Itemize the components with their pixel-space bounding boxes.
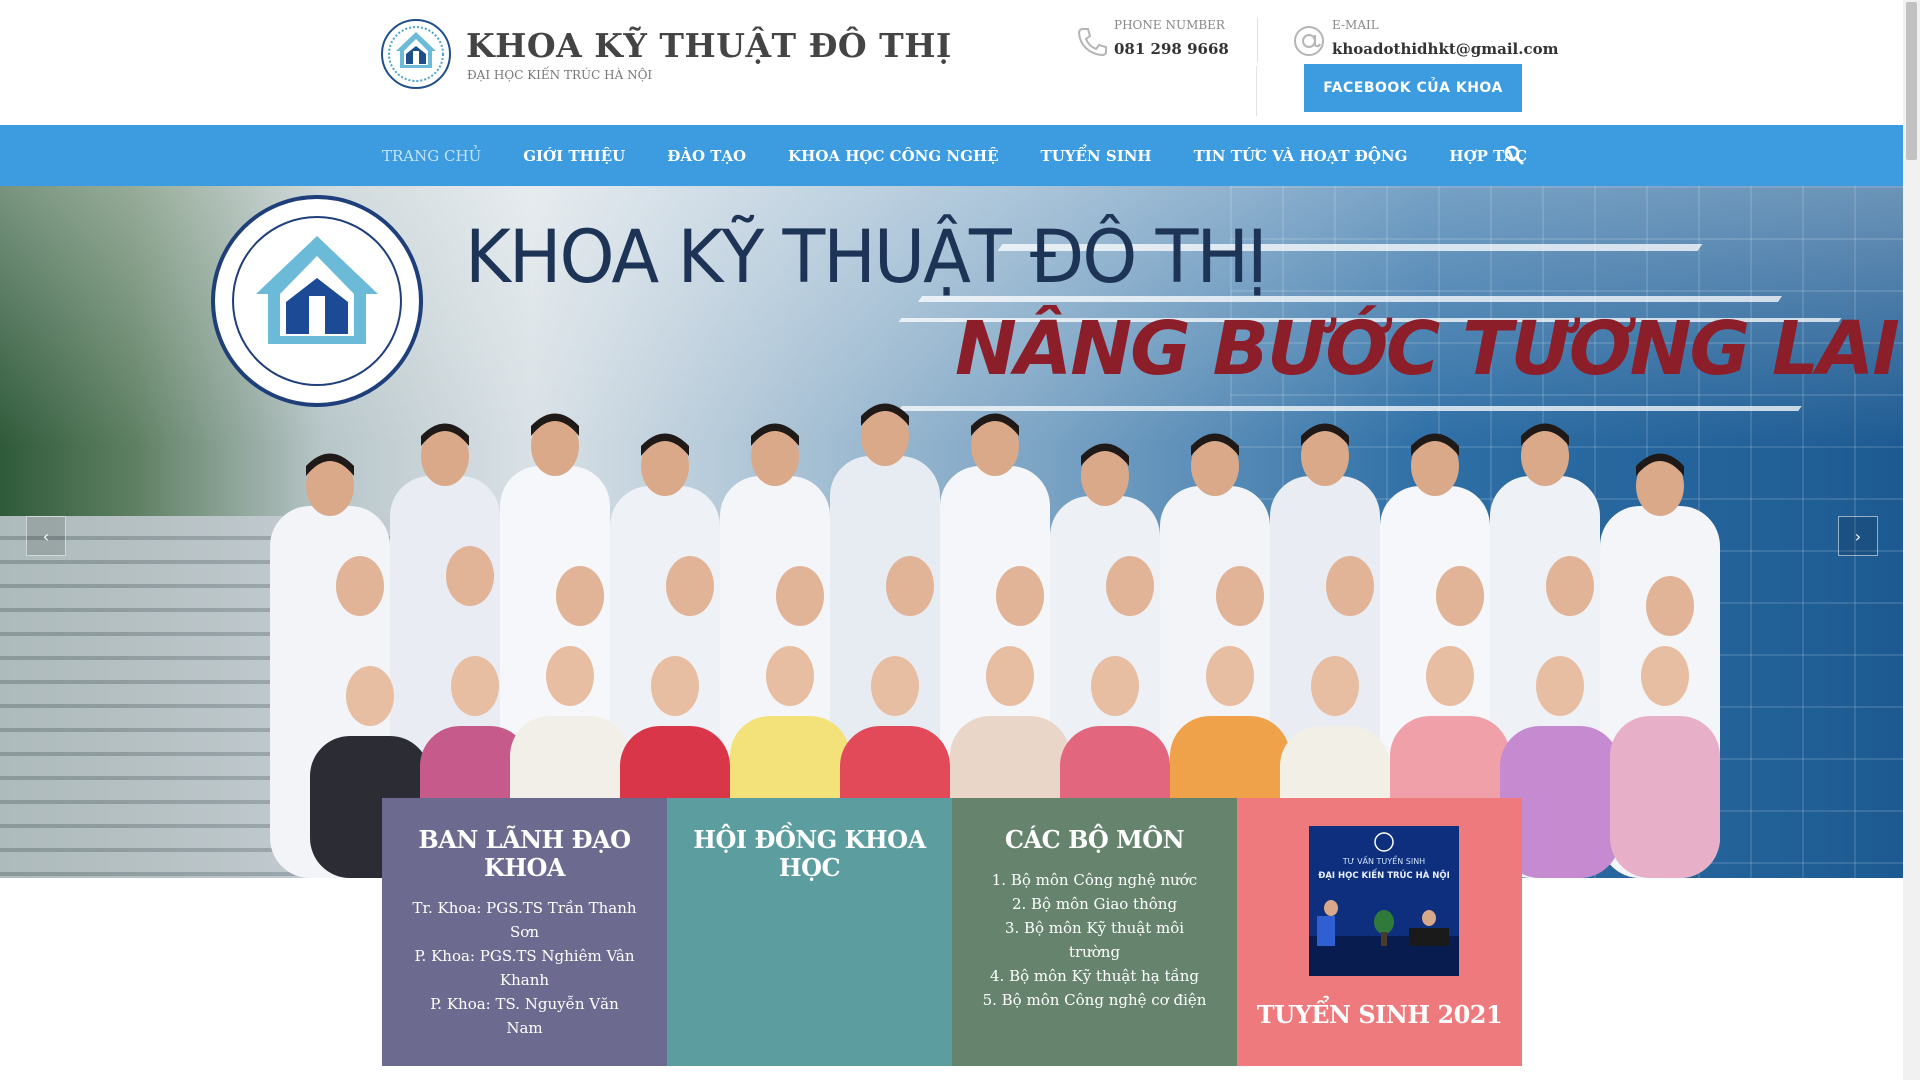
science-council-title[interactable]: HỘI ĐỒNG KHOA HỌC bbox=[667, 798, 952, 882]
site-title[interactable]: KHOA KỸ THUẬT ĐÔ THỊ bbox=[466, 26, 952, 65]
admission-box[interactable]: TƯ VẤN TUYỂN SINH ĐẠI HỌC KIẾN TRÚC HÀ N… bbox=[1237, 798, 1522, 1066]
search-icon[interactable] bbox=[1503, 144, 1525, 166]
admission-title[interactable]: TUYỂN SINH 2021 bbox=[1237, 1000, 1522, 1029]
leadership-box[interactable]: BAN LÃNH ĐẠO KHOA Tr. Khoa: PGS.TS Trần … bbox=[382, 798, 667, 1066]
email-label: E-MAIL bbox=[1332, 18, 1379, 32]
phone-icon bbox=[1074, 24, 1108, 58]
hero-logo bbox=[210, 194, 425, 409]
departments-title[interactable]: CÁC BỘ MÔN bbox=[952, 798, 1237, 854]
hero-slider: KHOA KỸ THUẬT ĐÔ THỊ NÂNG BƯỚC TƯƠNG LAI… bbox=[0, 186, 1903, 878]
nav-item-science-technology[interactable]: KHOA HỌC CÔNG NGHỆ bbox=[788, 147, 998, 165]
info-boxes: BAN LÃNH ĐẠO KHOA Tr. Khoa: PGS.TS Trần … bbox=[382, 798, 1522, 1066]
department-item[interactable]: 1. Bộ môn Công nghệ nước bbox=[982, 868, 1207, 892]
site-subtitle: ĐẠI HỌC KIẾN TRÚC HÀ NỘI bbox=[467, 68, 653, 82]
departments-box[interactable]: CÁC BỘ MÔN 1. Bộ môn Công nghệ nước 2. B… bbox=[952, 798, 1237, 1066]
hero-slogan: NÂNG BƯỚC TƯƠNG LAI bbox=[955, 306, 1900, 392]
nav-item-home[interactable]: TRANG CHỦ bbox=[382, 147, 481, 165]
faculty-logo[interactable] bbox=[380, 18, 452, 90]
leadership-title[interactable]: BAN LÃNH ĐẠO KHOA bbox=[382, 798, 667, 882]
scrollbar-thumb[interactable] bbox=[1906, 2, 1917, 160]
phone-value[interactable]: 081 298 9668 bbox=[1114, 40, 1229, 58]
science-council-box[interactable]: HỘI ĐỒNG KHOA HỌC bbox=[667, 798, 952, 1066]
department-item[interactable]: 4. Bộ môn Kỹ thuật hạ tầng bbox=[982, 964, 1207, 988]
phone-label: PHONE NUMBER bbox=[1114, 18, 1225, 32]
email-value[interactable]: khoadothidhkt@gmail.com bbox=[1332, 40, 1558, 58]
nav-item-news[interactable]: TIN TỨC VÀ HOẠT ĐỘNG bbox=[1194, 147, 1408, 165]
departments-list: 1. Bộ môn Công nghệ nước 2. Bộ môn Giao … bbox=[952, 868, 1237, 1012]
department-item[interactable]: 3. Bộ môn Kỹ thuật môi trường bbox=[982, 916, 1207, 964]
department-item[interactable]: 5. Bộ môn Công nghệ cơ điện bbox=[982, 988, 1207, 1012]
contact-divider bbox=[1257, 18, 1258, 62]
leadership-line: Tr. Khoa: PGS.TS Trần Thanh Sơn bbox=[412, 899, 637, 941]
facebook-button[interactable]: FACEBOOK CỦA KHOA bbox=[1304, 64, 1522, 112]
nav-item-admission[interactable]: TUYỂN SINH bbox=[1041, 147, 1152, 165]
hero-title: KHOA KỸ THUẬT ĐÔ THỊ bbox=[465, 213, 1268, 301]
page-scrollbar[interactable] bbox=[1903, 0, 1920, 1080]
admission-thumbnail[interactable]: TƯ VẤN TUYỂN SINH ĐẠI HỌC KIẾN TRÚC HÀ N… bbox=[1309, 826, 1459, 976]
nav-menu: TRANG CHỦ GIỚI THIỆU ĐÀO TẠO KHOA HỌC CÔ… bbox=[382, 125, 1569, 186]
contact-divider-lower bbox=[1256, 66, 1257, 116]
nav-item-training[interactable]: ĐÀO TẠO bbox=[667, 147, 746, 165]
leadership-list: Tr. Khoa: PGS.TS Trần Thanh Sơn P. Khoa:… bbox=[382, 896, 667, 1040]
nav-item-about[interactable]: GIỚI THIỆU bbox=[523, 147, 625, 165]
leadership-line: P. Khoa: TS. Nguyễn Văn Nam bbox=[430, 995, 619, 1037]
slider-next-button[interactable]: › bbox=[1838, 516, 1878, 556]
leadership-line: P. Khoa: PGS.TS Nghiêm Vân Khanh bbox=[414, 947, 635, 989]
main-nav: TRANG CHỦ GIỚI THIỆU ĐÀO TẠO KHOA HỌC CÔ… bbox=[0, 125, 1903, 186]
slider-prev-button[interactable]: ‹ bbox=[26, 516, 66, 556]
site-header: KHOA KỸ THUẬT ĐÔ THỊ ĐẠI HỌC KIẾN TRÚC H… bbox=[0, 0, 1903, 125]
department-item[interactable]: 2. Bộ môn Giao thông bbox=[982, 892, 1207, 916]
at-sign-icon bbox=[1292, 24, 1326, 58]
